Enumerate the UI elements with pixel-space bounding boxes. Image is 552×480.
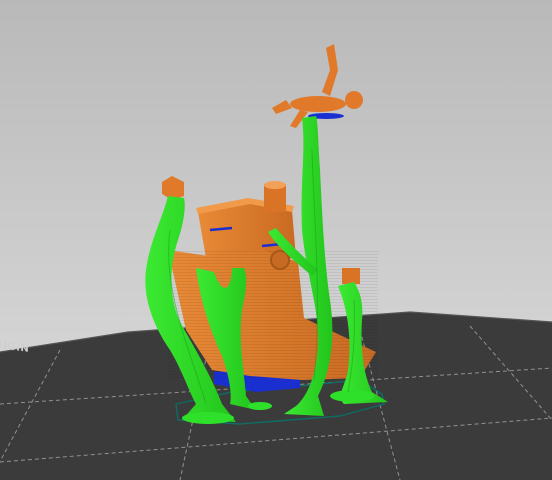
figure-head [345,91,363,109]
boat-bollard [342,268,360,284]
support-foot [248,402,272,410]
support-foot-3 [182,412,234,424]
boat-chimney-top [264,181,286,189]
scene-canvas[interactable] [0,0,552,480]
3d-preview-viewport[interactable]: ORIGIN [0,0,552,480]
support-foot-2 [330,390,374,402]
boat-porthole [270,250,290,270]
figure-body [290,96,346,112]
